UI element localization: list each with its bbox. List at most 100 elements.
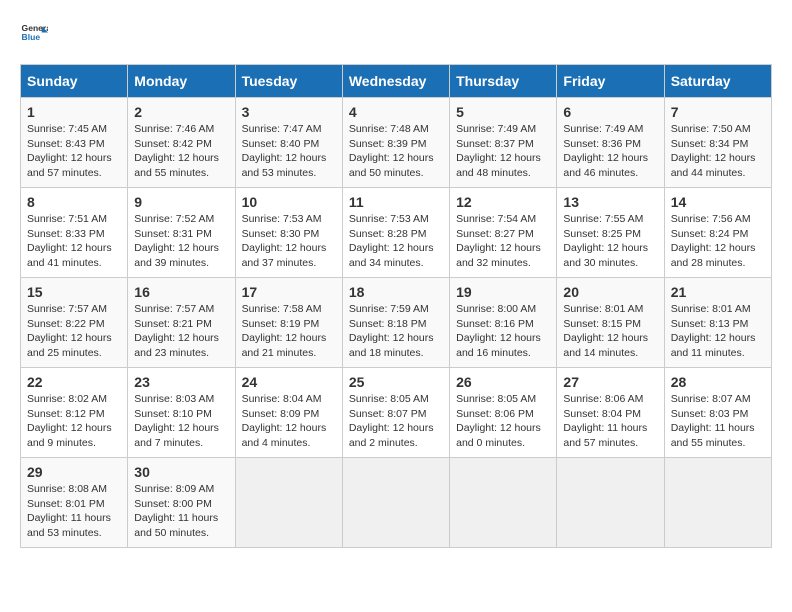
calendar-cell: 21Sunrise: 8:01 AM Sunset: 8:13 PM Dayli… [664, 278, 771, 368]
calendar-cell: 18Sunrise: 7:59 AM Sunset: 8:18 PM Dayli… [342, 278, 449, 368]
cell-content: Sunrise: 8:06 AM Sunset: 8:04 PM Dayligh… [563, 392, 657, 451]
day-number: 6 [563, 104, 657, 120]
calendar-cell: 2 Sunrise: 7:46 AM Sunset: 8:42 PM Daylig… [128, 98, 235, 188]
day-number: 7 [671, 104, 765, 120]
calendar-cell [450, 458, 557, 548]
cell-content: Sunrise: 7:47 AM Sunset: 8:40 PM Dayligh… [242, 122, 336, 181]
day-number: 9 [134, 194, 228, 210]
day-number: 28 [671, 374, 765, 390]
calendar-cell: 3Sunrise: 7:47 AM Sunset: 8:40 PM Daylig… [235, 98, 342, 188]
calendar-cell: 9 Sunrise: 7:52 AM Sunset: 8:31 PM Daylig… [128, 188, 235, 278]
day-number: 27 [563, 374, 657, 390]
weekday-header-friday: Friday [557, 65, 664, 98]
cell-content: Sunrise: 7:54 AM Sunset: 8:27 PM Dayligh… [456, 212, 550, 271]
cell-content: Sunrise: 8:03 AM Sunset: 8:10 PM Dayligh… [134, 392, 228, 451]
calendar-cell: 20Sunrise: 8:01 AM Sunset: 8:15 PM Dayli… [557, 278, 664, 368]
cell-content: Sunrise: 7:49 AM Sunset: 8:37 PM Dayligh… [456, 122, 550, 181]
cell-content: Sunrise: 7:58 AM Sunset: 8:19 PM Dayligh… [242, 302, 336, 361]
week-row-4: 22 Sunrise: 8:02 AM Sunset: 8:12 PM Dayli… [21, 368, 772, 458]
calendar-cell: 8 Sunrise: 7:51 AM Sunset: 8:33 PM Daylig… [21, 188, 128, 278]
calendar-cell: 27 Sunrise: 8:06 AM Sunset: 8:04 PM Dayli… [557, 368, 664, 458]
calendar-cell: 6 Sunrise: 7:49 AM Sunset: 8:36 PM Daylig… [557, 98, 664, 188]
cell-content: Sunrise: 7:57 AM Sunset: 8:22 PM Dayligh… [27, 302, 121, 361]
calendar-cell: 13 Sunrise: 7:55 AM Sunset: 8:25 PM Dayli… [557, 188, 664, 278]
day-number: 24 [242, 374, 336, 390]
calendar-cell: 11 Sunrise: 7:53 AM Sunset: 8:28 PM Dayli… [342, 188, 449, 278]
weekday-header-monday: Monday [128, 65, 235, 98]
cell-content: Sunrise: 7:45 AM Sunset: 8:43 PM Dayligh… [27, 122, 121, 181]
day-number: 15 [27, 284, 121, 300]
week-row-2: 8 Sunrise: 7:51 AM Sunset: 8:33 PM Daylig… [21, 188, 772, 278]
week-row-1: 1 Sunrise: 7:45 AM Sunset: 8:43 PM Daylig… [21, 98, 772, 188]
day-number: 19 [456, 284, 550, 300]
cell-content: Sunrise: 7:49 AM Sunset: 8:36 PM Dayligh… [563, 122, 657, 181]
calendar-cell: 15 Sunrise: 7:57 AM Sunset: 8:22 PM Dayli… [21, 278, 128, 368]
day-number: 26 [456, 374, 550, 390]
svg-text:Blue: Blue [22, 32, 41, 42]
cell-content: Sunrise: 7:57 AM Sunset: 8:21 PM Dayligh… [134, 302, 228, 361]
day-number: 21 [671, 284, 765, 300]
cell-content: Sunrise: 8:00 AM Sunset: 8:16 PM Dayligh… [456, 302, 550, 361]
day-number: 11 [349, 194, 443, 210]
calendar-cell: 16 Sunrise: 7:57 AM Sunset: 8:21 PM Dayli… [128, 278, 235, 368]
cell-content: Sunrise: 8:02 AM Sunset: 8:12 PM Dayligh… [27, 392, 121, 451]
day-number: 30 [134, 464, 228, 480]
calendar-cell: 17 Sunrise: 7:58 AM Sunset: 8:19 PM Dayli… [235, 278, 342, 368]
calendar-cell: 19 Sunrise: 8:00 AM Sunset: 8:16 PM Dayli… [450, 278, 557, 368]
cell-content: Sunrise: 8:08 AM Sunset: 8:01 PM Dayligh… [27, 482, 121, 541]
calendar-cell: 4 Sunrise: 7:48 AM Sunset: 8:39 PM Daylig… [342, 98, 449, 188]
calendar-cell: 26Sunrise: 8:05 AM Sunset: 8:06 PM Dayli… [450, 368, 557, 458]
day-number: 10 [242, 194, 336, 210]
calendar-cell: 12 Sunrise: 7:54 AM Sunset: 8:27 PM Dayli… [450, 188, 557, 278]
day-number: 13 [563, 194, 657, 210]
day-number: 17 [242, 284, 336, 300]
logo: General Blue [20, 20, 50, 48]
calendar-cell: 23 Sunrise: 8:03 AM Sunset: 8:10 PM Dayli… [128, 368, 235, 458]
day-number: 14 [671, 194, 765, 210]
cell-content: Sunrise: 7:48 AM Sunset: 8:39 PM Dayligh… [349, 122, 443, 181]
cell-content: Sunrise: 8:05 AM Sunset: 8:07 PM Dayligh… [349, 392, 443, 451]
day-number: 2 [134, 104, 228, 120]
day-number: 16 [134, 284, 228, 300]
weekday-header-thursday: Thursday [450, 65, 557, 98]
week-row-3: 15 Sunrise: 7:57 AM Sunset: 8:22 PM Dayli… [21, 278, 772, 368]
cell-content: Sunrise: 7:51 AM Sunset: 8:33 PM Dayligh… [27, 212, 121, 271]
calendar-cell: 30 Sunrise: 8:09 AM Sunset: 8:00 PM Dayli… [128, 458, 235, 548]
calendar-cell [342, 458, 449, 548]
calendar-cell [664, 458, 771, 548]
calendar-cell: 29 Sunrise: 8:08 AM Sunset: 8:01 PM Dayli… [21, 458, 128, 548]
week-row-5: 29 Sunrise: 8:08 AM Sunset: 8:01 PM Dayli… [21, 458, 772, 548]
day-number: 8 [27, 194, 121, 210]
cell-content: Sunrise: 7:46 AM Sunset: 8:42 PM Dayligh… [134, 122, 228, 181]
calendar-cell: 28Sunrise: 8:07 AM Sunset: 8:03 PM Dayli… [664, 368, 771, 458]
day-number: 12 [456, 194, 550, 210]
calendar-cell: 25Sunrise: 8:05 AM Sunset: 8:07 PM Dayli… [342, 368, 449, 458]
logo-icon: General Blue [20, 20, 48, 48]
day-number: 18 [349, 284, 443, 300]
day-number: 29 [27, 464, 121, 480]
cell-content: Sunrise: 8:09 AM Sunset: 8:00 PM Dayligh… [134, 482, 228, 541]
day-number: 1 [27, 104, 121, 120]
cell-content: Sunrise: 7:55 AM Sunset: 8:25 PM Dayligh… [563, 212, 657, 271]
day-number: 20 [563, 284, 657, 300]
day-number: 22 [27, 374, 121, 390]
weekday-header-tuesday: Tuesday [235, 65, 342, 98]
calendar-cell: 24Sunrise: 8:04 AM Sunset: 8:09 PM Dayli… [235, 368, 342, 458]
calendar-cell: 10 Sunrise: 7:53 AM Sunset: 8:30 PM Dayli… [235, 188, 342, 278]
day-number: 4 [349, 104, 443, 120]
day-number: 23 [134, 374, 228, 390]
calendar-cell: 14Sunrise: 7:56 AM Sunset: 8:24 PM Dayli… [664, 188, 771, 278]
day-number: 5 [456, 104, 550, 120]
calendar-cell: 1 Sunrise: 7:45 AM Sunset: 8:43 PM Daylig… [21, 98, 128, 188]
calendar-body: 1 Sunrise: 7:45 AM Sunset: 8:43 PM Daylig… [21, 98, 772, 548]
calendar-cell [235, 458, 342, 548]
calendar-cell: 5 Sunrise: 7:49 AM Sunset: 8:37 PM Daylig… [450, 98, 557, 188]
cell-content: Sunrise: 7:53 AM Sunset: 8:28 PM Dayligh… [349, 212, 443, 271]
calendar-cell: 22 Sunrise: 8:02 AM Sunset: 8:12 PM Dayli… [21, 368, 128, 458]
cell-content: Sunrise: 7:53 AM Sunset: 8:30 PM Dayligh… [242, 212, 336, 271]
cell-content: Sunrise: 7:52 AM Sunset: 8:31 PM Dayligh… [134, 212, 228, 271]
cell-content: Sunrise: 7:50 AM Sunset: 8:34 PM Dayligh… [671, 122, 765, 181]
page-header: General Blue [20, 20, 772, 48]
weekday-header-sunday: Sunday [21, 65, 128, 98]
calendar-cell: 7 Sunrise: 7:50 AM Sunset: 8:34 PM Daylig… [664, 98, 771, 188]
